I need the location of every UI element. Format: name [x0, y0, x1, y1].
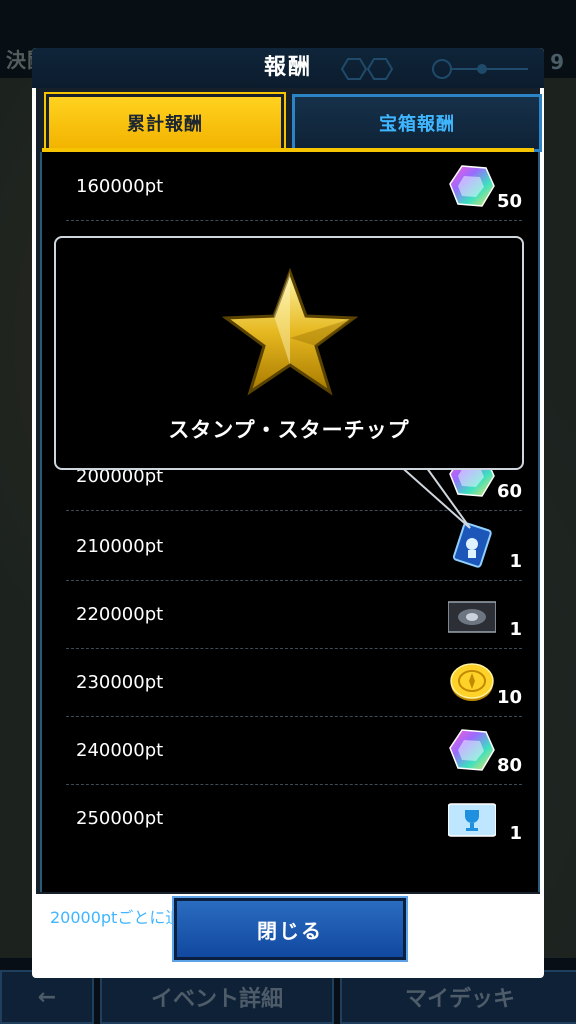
rainbow-gem-icon	[449, 165, 495, 207]
reward-count: 80	[496, 755, 522, 776]
stamp-card-icon[interactable]	[448, 522, 496, 570]
reward-row: 230000pt 10	[66, 648, 522, 717]
gold-star-icon	[222, 268, 358, 396]
reward-row: 160000pt 50	[66, 152, 522, 221]
reward-count: 1	[509, 619, 522, 640]
dialog-title: 報酬	[263, 55, 312, 80]
reward-row: 220000pt 1	[66, 580, 522, 649]
tab-treasure-rewards[interactable]: 宝箱報酬	[292, 94, 542, 152]
reward-row: 240000pt 80	[66, 716, 522, 785]
reward-points: 160000pt	[76, 176, 164, 197]
dialog-content: 累計報酬 宝箱報酬 160000pt 50 200000pt 60 210000…	[36, 88, 542, 927]
reward-row: 250000pt 1	[66, 784, 522, 852]
rewards-dialog: 報酬 累計報酬 宝箱報酬 160000pt 50 200000pt 60 210…	[32, 48, 544, 978]
trophy-icon	[448, 803, 496, 837]
tab-cumulative-rewards[interactable]: 累計報酬	[44, 92, 286, 154]
reward-points: 230000pt	[76, 672, 164, 693]
close-button[interactable]: 閉じる	[172, 896, 408, 962]
reward-row: 210000pt 1	[66, 512, 522, 581]
reward-points: 210000pt	[76, 536, 164, 557]
item-tooltip: スタンプ・スターチップ	[54, 236, 524, 470]
reward-points: 220000pt	[76, 604, 164, 625]
gold-coin-icon	[450, 663, 494, 701]
reward-count: 10	[496, 687, 522, 708]
reward-count: 50	[496, 191, 522, 212]
reward-points: 250000pt	[76, 808, 164, 829]
card-sleeve-icon	[448, 601, 496, 633]
reward-points: 240000pt	[76, 740, 164, 761]
reward-count: 1	[509, 551, 522, 572]
rainbow-gem-icon	[449, 729, 495, 771]
reward-count: 1	[509, 823, 522, 844]
reward-count: 60	[496, 481, 522, 502]
tooltip-label: スタンプ・スターチップ	[168, 418, 410, 442]
dialog-header: 報酬	[32, 48, 544, 88]
